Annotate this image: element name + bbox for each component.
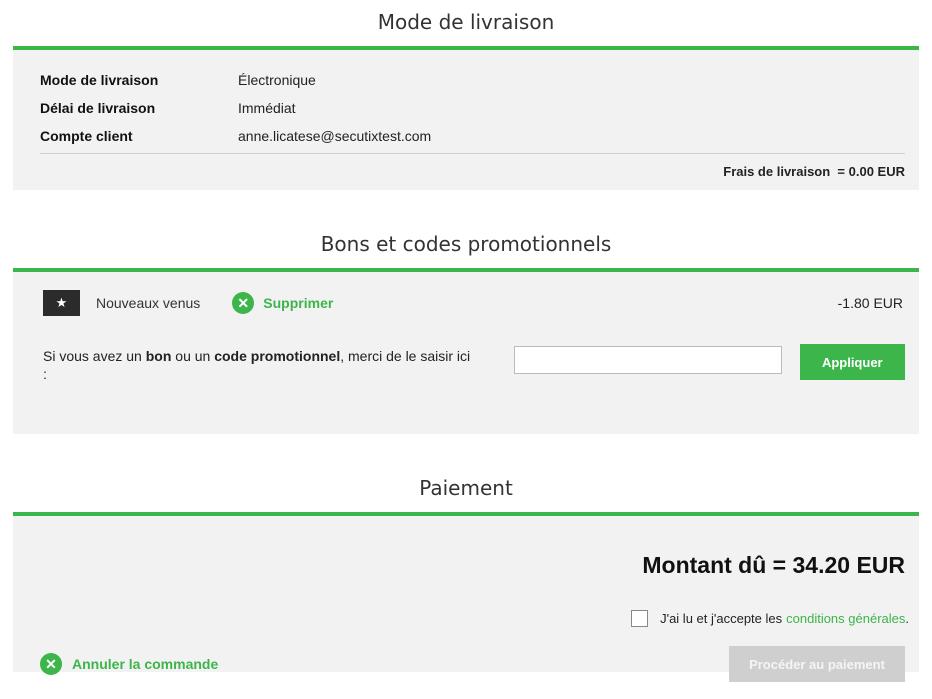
delivery-delay-row: Délai de livraison Immédiat [40,94,905,122]
amount-due: Montant dû = 34.20 EUR [642,552,905,578]
delivery-mode-row: Mode de livraison Électronique [40,66,905,94]
delivery-panel: Mode de livraison Électronique Délai de … [13,46,919,190]
terms-row: J'ai lu et j'accepte les conditions géné… [631,610,909,627]
delivery-fee: Frais de livraison = 0.00 EUR [40,154,905,179]
applied-promo-amount: -1.80 EUR [837,295,903,311]
close-circle-icon: ✕ [232,292,255,314]
delivery-delay-value: Immédiat [238,100,296,116]
promo-panel: ★ Nouveaux venus ✕ Supprimer -1.80 EUR S… [13,268,919,434]
cancel-order-button[interactable]: ✕ Annuler la commande [40,653,218,675]
customer-account-value: anne.licatese@secutixtest.com [238,128,432,144]
applied-promo-name: Nouveaux venus [96,295,201,311]
terms-checkbox[interactable] [631,610,649,627]
cancel-order-label: Annuler la commande [72,656,219,672]
remove-promo-button[interactable]: ✕ Supprimer [232,292,333,314]
apply-promo-button[interactable]: Appliquer [799,344,905,380]
delivery-fee-value: = 0.00 EUR [837,164,905,179]
terms-text: J'ai lu et j'accepte les [660,611,783,626]
delivery-mode-label: Mode de livraison [40,72,159,88]
prompt-text: Si vous avez un [43,348,146,364]
promo-code-input[interactable] [513,346,782,374]
promo-code-row: Si vous avez un bon ou un code promotion… [43,344,905,383]
delivery-mode-value: Électronique [238,72,316,88]
promo-section-title: Bons et codes promotionnels [320,232,612,256]
terms-end: . [905,611,909,626]
remove-promo-label: Supprimer [263,295,334,311]
customer-account-row: Compte client anne.licatese@secutixtest.… [40,122,905,150]
customer-account-label: Compte client [40,128,133,144]
close-circle-icon: ✕ [40,653,62,675]
applied-promo-row: ★ Nouveaux venus ✕ Supprimer -1.80 EUR [43,272,905,334]
proceed-payment-button[interactable]: Procéder au paiement [729,646,905,682]
star-icon: ★ [43,290,80,316]
terms-link[interactable]: conditions générales [786,611,905,626]
prompt-bold-bon: bon [145,348,172,364]
prompt-text: ou un [171,348,215,364]
promo-code-prompt: Si vous avez un bon ou un code promotion… [43,344,477,383]
prompt-bold-code: code promotionnel [214,348,341,364]
delivery-section-title: Mode de livraison [377,10,555,34]
payment-panel: Montant dû = 34.20 EUR J'ai lu et j'acce… [13,512,919,682]
delivery-fee-label: Frais de livraison [723,164,831,179]
payment-section-title: Paiement [419,476,513,500]
delivery-delay-label: Délai de livraison [40,100,156,116]
